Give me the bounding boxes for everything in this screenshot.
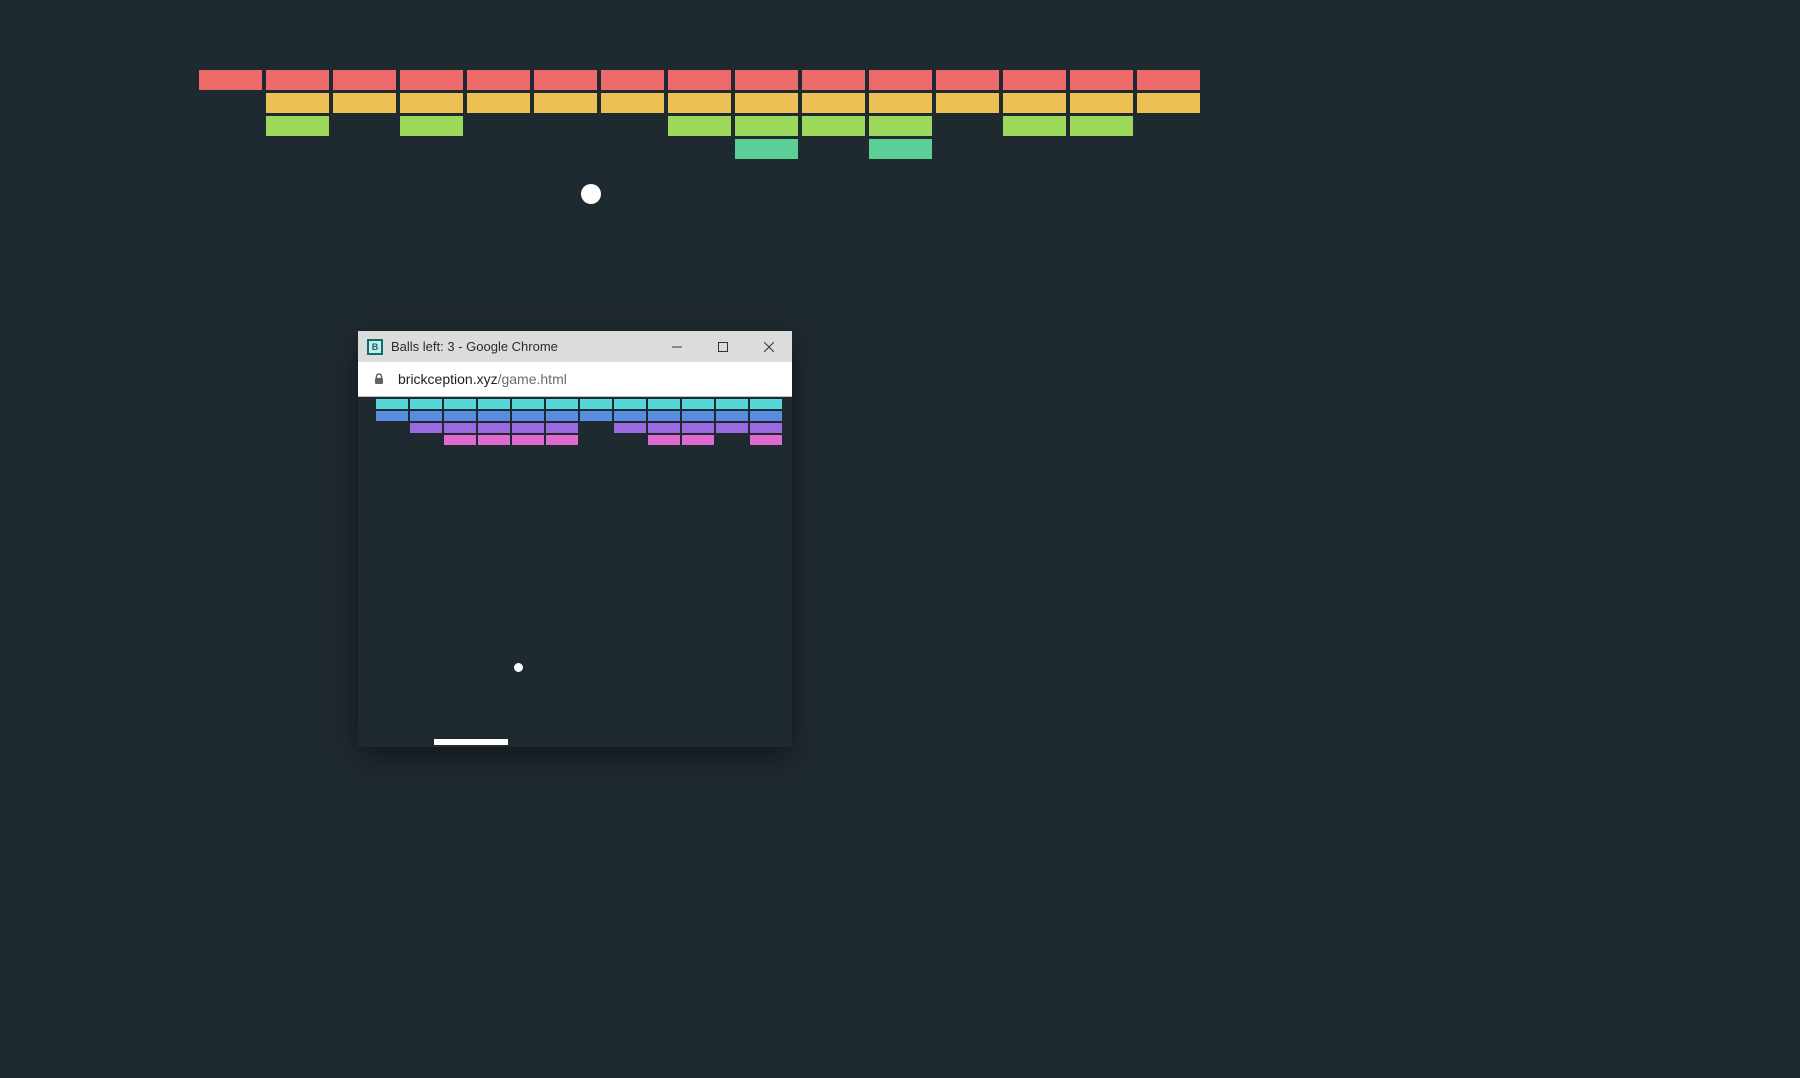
inner-brick (444, 399, 476, 409)
inner-brick (410, 399, 442, 409)
outer-brick (266, 93, 329, 113)
outer-brick (1137, 93, 1200, 113)
inner-brick (478, 399, 510, 409)
inner-brick (410, 411, 442, 421)
outer-brick (668, 93, 731, 113)
inner-brick (546, 435, 578, 445)
outer-brick (869, 139, 932, 159)
outer-brick (1070, 70, 1133, 90)
inner-brick (682, 411, 714, 421)
outer-brick (936, 70, 999, 90)
outer-brick (936, 93, 999, 113)
outer-brick (400, 93, 463, 113)
inner-brick (512, 411, 544, 421)
inner-brick (682, 399, 714, 409)
inner-brick (614, 423, 646, 433)
outer-brick (1137, 70, 1200, 90)
outer-brick (400, 70, 463, 90)
outer-brick (735, 116, 798, 136)
outer-ball (581, 184, 601, 204)
outer-brick (869, 93, 932, 113)
inner-brick (512, 423, 544, 433)
outer-brick (534, 70, 597, 90)
outer-brick (869, 116, 932, 136)
close-button[interactable] (746, 331, 792, 362)
outer-brick (400, 116, 463, 136)
inner-brick (478, 423, 510, 433)
outer-brick (601, 70, 664, 90)
inner-brick (716, 399, 748, 409)
inner-game-area[interactable] (358, 397, 792, 747)
outer-brick (802, 116, 865, 136)
inner-brick (478, 411, 510, 421)
outer-brick (601, 93, 664, 113)
inner-brick (512, 435, 544, 445)
outer-brick (1003, 70, 1066, 90)
outer-brick (1070, 93, 1133, 113)
outer-brick (1003, 116, 1066, 136)
inner-brick (750, 399, 782, 409)
paddle[interactable] (434, 739, 508, 745)
inner-brick (410, 423, 442, 433)
outer-brick (802, 93, 865, 113)
inner-brick (546, 423, 578, 433)
inner-brick (444, 411, 476, 421)
favicon-icon: B (367, 339, 383, 355)
inner-brick (376, 399, 408, 409)
inner-brick (580, 411, 612, 421)
inner-brick (376, 411, 408, 421)
outer-brick (735, 139, 798, 159)
inner-brick (478, 435, 510, 445)
address-bar[interactable]: brickception.xyz/game.html (358, 362, 792, 397)
inner-brick (614, 399, 646, 409)
inner-brick (716, 423, 748, 433)
game-stage[interactable]: B Balls left: 3 - Google Chrome brickcep… (0, 0, 1800, 1078)
inner-brick (682, 435, 714, 445)
inner-brick (750, 423, 782, 433)
inner-brick (682, 423, 714, 433)
inner-brick (444, 435, 476, 445)
inner-brick (750, 411, 782, 421)
inner-brick (546, 399, 578, 409)
outer-brick (1070, 116, 1133, 136)
inner-brick (546, 411, 578, 421)
outer-brick (333, 93, 396, 113)
maximize-button[interactable] (700, 331, 746, 362)
inner-brick (750, 435, 782, 445)
outer-brick (668, 70, 731, 90)
outer-brick (199, 70, 262, 90)
url-path: /game.html (498, 371, 567, 387)
inner-brick (444, 423, 476, 433)
outer-brick (534, 93, 597, 113)
outer-brick (1003, 93, 1066, 113)
outer-brick (735, 70, 798, 90)
popup-titlebar[interactable]: B Balls left: 3 - Google Chrome (358, 331, 792, 362)
inner-brick (512, 399, 544, 409)
outer-brick (467, 70, 530, 90)
lock-icon (372, 372, 386, 386)
inner-brick (648, 435, 680, 445)
inner-brick (648, 399, 680, 409)
outer-brick (266, 116, 329, 136)
popup-window[interactable]: B Balls left: 3 - Google Chrome brickcep… (358, 331, 792, 747)
inner-brick (648, 411, 680, 421)
inner-ball (514, 663, 523, 672)
inner-brick (716, 411, 748, 421)
outer-brick (333, 70, 396, 90)
outer-brick (869, 70, 932, 90)
outer-brick (467, 93, 530, 113)
outer-brick (735, 93, 798, 113)
inner-brick (614, 411, 646, 421)
popup-title: Balls left: 3 - Google Chrome (391, 339, 654, 354)
url-host: brickception.xyz (398, 371, 498, 387)
minimize-button[interactable] (654, 331, 700, 362)
outer-brick (668, 116, 731, 136)
inner-brick (580, 399, 612, 409)
outer-brick (266, 70, 329, 90)
inner-brick (648, 423, 680, 433)
outer-brick (802, 70, 865, 90)
